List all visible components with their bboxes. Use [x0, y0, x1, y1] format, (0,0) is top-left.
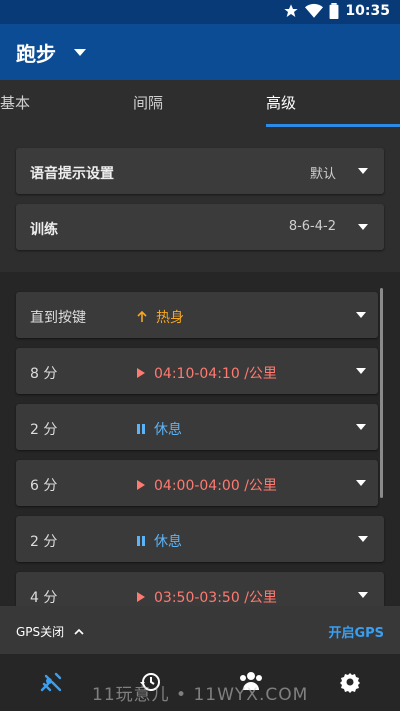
step-duration: 6 分 — [30, 478, 58, 494]
enable-gps-button[interactable]: 开启GPS — [328, 622, 384, 641]
status-time: 10:35 — [345, 3, 390, 19]
step-duration: 2 分 — [30, 422, 58, 438]
step-label: 04:10-04:10 /公里 — [154, 366, 277, 382]
status-bar: 10:35 — [0, 0, 400, 24]
step-duration: 直到按键 — [30, 310, 86, 326]
dropdown-caret-icon — [358, 536, 368, 542]
step-duration: 8 分 — [30, 366, 58, 382]
step-row[interactable]: 2 分 休息 — [16, 404, 378, 450]
play-icon — [137, 592, 145, 602]
dropdown-caret-icon — [356, 480, 366, 486]
step-duration: 2 分 — [30, 534, 58, 550]
voice-prompt-dropdown[interactable]: 语音提示设置 默认 — [16, 148, 384, 194]
dropdown-caret-icon — [358, 224, 368, 230]
step-label: 04:00-04:00 /公里 — [154, 478, 277, 494]
step-row[interactable]: 8 分 04:10-04:10 /公里 — [16, 348, 378, 394]
gear-icon[interactable] — [338, 670, 362, 694]
star-icon — [284, 4, 299, 17]
workout-label: 训练 — [30, 222, 58, 238]
wifi-icon — [305, 3, 324, 18]
step-label: 热身 — [156, 310, 184, 326]
step-duration: 4 分 — [30, 590, 58, 606]
step-label: 休息 — [154, 422, 182, 438]
step-label: 休息 — [154, 534, 182, 550]
chevron-down-icon — [74, 48, 86, 56]
gps-bar: GPS关闭 开启GPS — [0, 606, 400, 654]
play-icon — [137, 480, 145, 490]
dropdown-caret-icon — [356, 312, 366, 318]
step-type: 03:50-03:50 /公里 — [136, 587, 277, 607]
gps-status-toggle[interactable]: GPS关闭 — [16, 623, 84, 640]
pause-icon — [137, 536, 145, 546]
dropdown-caret-icon — [358, 168, 368, 174]
step-row[interactable]: 2 分 休息 — [16, 516, 384, 562]
voice-prompt-value: 默认 — [309, 167, 336, 182]
tab-basic[interactable]: 基本 — [0, 92, 30, 113]
step-label: 03:50-03:50 /公里 — [154, 590, 277, 606]
bottom-nav: 11玩意儿 • 11WYX.COM — [0, 654, 400, 711]
workout-value: 8-6-4-2 — [288, 219, 336, 234]
battery-icon — [329, 3, 339, 19]
step-type: 休息 — [136, 531, 182, 551]
page-title: 跑步 — [16, 42, 56, 66]
step-row[interactable]: 直到按键 热身 — [16, 292, 378, 338]
tab-interval[interactable]: 间隔 — [133, 92, 163, 113]
step-type: 热身 — [136, 307, 184, 327]
step-type: 04:10-04:10 /公里 — [136, 363, 277, 383]
step-type: 04:00-04:00 /公里 — [136, 475, 277, 495]
step-type: 休息 — [136, 419, 182, 439]
tab-bar: 基本 间隔 高级 — [0, 80, 400, 127]
satellite-icon[interactable] — [38, 670, 64, 696]
dropdown-caret-icon — [356, 368, 366, 374]
voice-prompt-label: 语音提示设置 — [30, 166, 114, 182]
up-arrow-icon — [137, 311, 147, 322]
activity-selector[interactable]: 跑步 — [16, 38, 86, 67]
step-row[interactable]: 6 分 04:00-04:00 /公里 — [16, 460, 378, 506]
workout-dropdown[interactable]: 训练 8-6-4-2 — [16, 204, 384, 250]
dropdown-caret-icon — [358, 592, 368, 598]
watermark: 11玩意儿 • 11WYX.COM — [92, 685, 309, 705]
tab-advanced[interactable]: 高级 — [266, 92, 296, 113]
dropdown-caret-icon — [356, 424, 366, 430]
settings-section: 语音提示设置 默认 训练 8-6-4-2 — [0, 127, 400, 272]
chevron-up-icon — [74, 628, 84, 635]
gps-status-label: GPS关闭 — [16, 625, 65, 639]
play-icon — [137, 368, 145, 378]
app-bar: 跑步 — [0, 24, 400, 80]
scrollbar[interactable] — [380, 288, 383, 498]
pause-icon — [137, 424, 145, 434]
